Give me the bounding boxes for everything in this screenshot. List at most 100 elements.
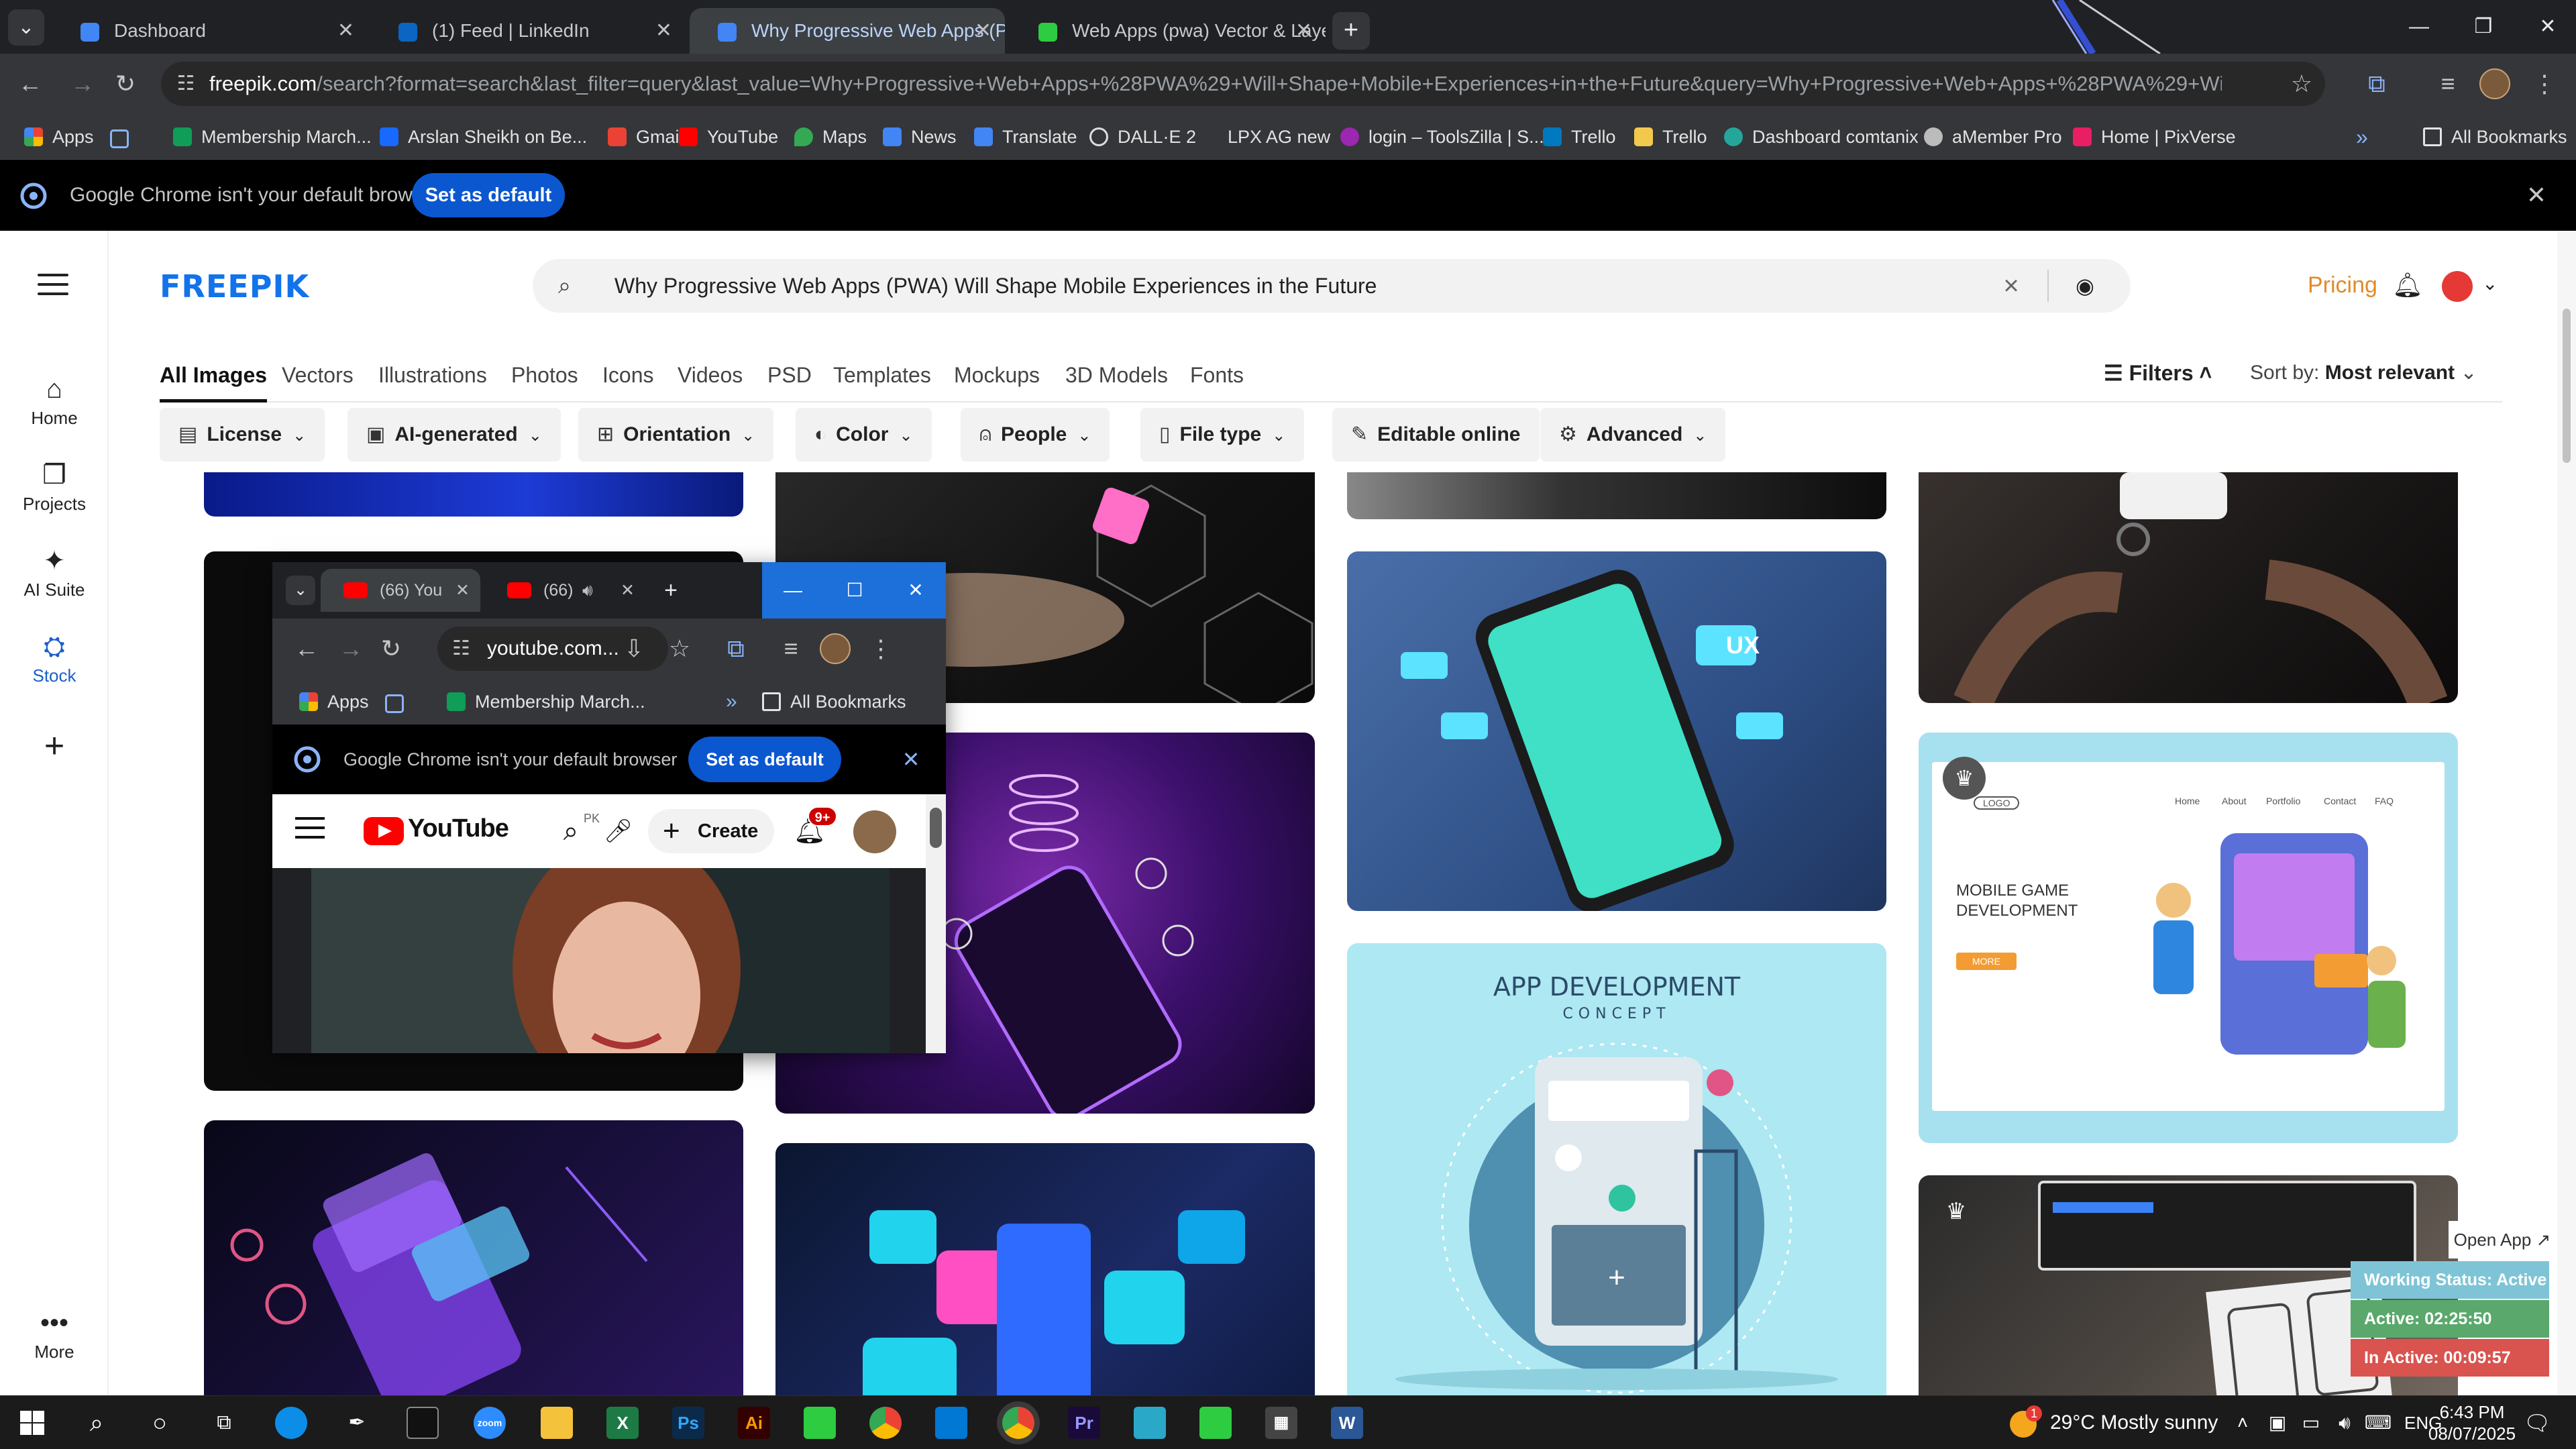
close-tab-icon[interactable]: ✕ — [975, 8, 991, 54]
profile-avatar[interactable] — [2477, 66, 2513, 102]
network-icon[interactable]: ▭ — [2294, 1396, 2328, 1449]
search-bar[interactable]: ⌕ Why Progressive Web Apps (PWA) Will Sh… — [533, 259, 2131, 313]
tab-freepik-search[interactable]: Why Progressive Web Apps (PW ✕ — [690, 8, 1005, 54]
bookmark-gmail[interactable]: Gmail — [608, 121, 684, 153]
url-text[interactable]: freepik.com/search?format=search&last_fi… — [209, 62, 2222, 106]
tab-photos[interactable]: Photos — [511, 352, 578, 402]
system-clock[interactable]: 6:43 PM 08/07/2025 — [2422, 1401, 2522, 1444]
open-app-button[interactable]: Open App ↗ — [2449, 1221, 2556, 1258]
notification-center-icon[interactable]: 🗨︎ — [2522, 1408, 2552, 1438]
chevron-up-icon[interactable]: ˄ — [2226, 1396, 2259, 1449]
scrollbar-thumb[interactable] — [2563, 309, 2571, 463]
tab-web-apps[interactable]: Web Apps (pwa) Vector & Laye ✕ — [1010, 8, 1326, 54]
terminal-icon[interactable] — [407, 1407, 439, 1439]
result-thumb-ux-phone[interactable]: UX — [1347, 551, 1886, 911]
bookmark-translate[interactable]: Translate — [974, 121, 1077, 153]
add-button[interactable]: + — [0, 727, 109, 765]
nav-projects[interactable]: ❐ Projects — [0, 456, 109, 515]
bookmark-membership[interactable]: Membership March... — [173, 121, 372, 153]
set-as-default-button[interactable]: Set as default — [412, 173, 565, 217]
chrome-menu-kebab-icon[interactable]: ⋮ — [863, 631, 899, 667]
green-app-icon[interactable] — [804, 1407, 836, 1439]
clear-search-icon[interactable]: × — [1995, 270, 2027, 302]
bookmark-news[interactable]: News — [883, 121, 957, 153]
bookmark-maps[interactable]: Maps — [794, 121, 867, 153]
back-arrow-icon[interactable]: ← — [288, 631, 325, 667]
mini-tab-youtube-2[interactable]: (66) 🔊︎ ✕ — [484, 569, 645, 612]
extensions-puzzle-icon[interactable]: ⧉ — [718, 631, 754, 667]
restore-window-button[interactable]: ❐ — [2451, 0, 2516, 54]
maximize-window-button[interactable]: ☐ — [824, 562, 885, 619]
filter-editable-online[interactable]: ✎ Editable online — [1332, 408, 1540, 462]
bookmark-behance[interactable]: Arslan Sheikh on Be... — [380, 121, 587, 153]
all-bookmarks-folder[interactable]: All Bookmarks — [762, 686, 906, 718]
meet-now-icon[interactable]: ▣ — [2261, 1396, 2294, 1449]
search-input[interactable]: Why Progressive Web Apps (PWA) Will Shap… — [614, 259, 1377, 313]
camera-search-icon[interactable]: ◉ — [2069, 270, 2101, 302]
windows-start-icon[interactable] — [16, 1407, 48, 1439]
create-button[interactable]: + Create — [648, 809, 774, 853]
youtube-scrollbar[interactable] — [926, 794, 946, 1053]
weather-widget[interactable]: 29°C Mostly sunny — [2011, 1396, 2218, 1449]
filter-orientation[interactable]: ⊞ Orientation ⌄ — [578, 408, 774, 462]
address-bar[interactable]: ☷ freepik.com/search?format=search&last_… — [161, 62, 2325, 106]
filter-people[interactable]: ⍝ People ⌄ — [961, 408, 1110, 462]
tab-templates[interactable]: Templates — [833, 352, 931, 402]
vscode-icon[interactable] — [935, 1407, 967, 1439]
result-thumb-hands-phone[interactable] — [1919, 472, 2458, 703]
bookmark-tab-groups[interactable] — [110, 121, 129, 153]
nav-more[interactable]: ••• More — [0, 1304, 109, 1362]
close-icon[interactable]: ✕ — [895, 743, 927, 775]
bookmark-membership[interactable]: Membership March... — [447, 686, 645, 718]
all-bookmarks-folder[interactable]: All Bookmarks — [2423, 121, 2567, 153]
task-view-icon[interactable]: ⧉ — [208, 1407, 240, 1439]
close-tab-icon[interactable]: ✕ — [1295, 8, 1312, 54]
sort-by-dropdown[interactable]: Sort by: Most relevant ⌄ — [2250, 353, 2477, 393]
bookmark-lpx[interactable]: LPX AG new — [1199, 121, 1330, 153]
filters-button[interactable]: ☰ Filters ˄ — [2104, 353, 2212, 393]
filter-ai-generated[interactable]: ▣ AI-generated ⌄ — [347, 408, 561, 462]
result-thumb-app-development[interactable]: APP DEVELOPMENT CONCEPT + — [1347, 943, 1886, 1395]
premiere-pro-icon[interactable]: Pr — [1068, 1407, 1100, 1439]
avatar[interactable] — [2442, 271, 2473, 302]
youtube-video-thumbnail[interactable] — [311, 868, 890, 1053]
nav-stock[interactable]: ⛭ Stock — [0, 628, 109, 686]
bookmark-amember[interactable]: aMember Pro — [1924, 121, 2062, 153]
tab-all-images[interactable]: All Images — [160, 352, 268, 402]
chrome-menu-kebab-icon[interactable]: ⋮ — [2526, 66, 2563, 102]
freepik-logo[interactable]: FREEPIK — [160, 268, 309, 305]
close-tab-icon[interactable]: ✕ — [337, 8, 354, 54]
green-app-icon[interactable] — [1199, 1407, 1232, 1439]
excel-icon[interactable]: X — [606, 1407, 639, 1439]
bookmark-trello-2[interactable]: Trello — [1634, 121, 1707, 153]
tab-psd[interactable]: PSD — [767, 352, 812, 402]
filter-advanced[interactable]: ⚙ Advanced ⌄ — [1540, 408, 1726, 462]
back-arrow-icon[interactable]: ← — [12, 66, 48, 102]
close-tab-icon[interactable]: ✕ — [455, 569, 470, 612]
page-scrollbar[interactable] — [2557, 231, 2576, 1395]
tab-search-chevron-icon[interactable]: ⌄ — [286, 576, 315, 605]
bookmark-star-icon[interactable]: ☆ — [2284, 66, 2320, 102]
bookmark-trello-1[interactable]: Trello — [1543, 121, 1616, 153]
new-tab-button[interactable]: + — [656, 576, 686, 605]
edge-icon[interactable] — [275, 1407, 307, 1439]
close-window-button[interactable]: ✕ — [2516, 0, 2576, 54]
chrome-active-icon[interactable] — [1002, 1407, 1034, 1439]
new-tab-button[interactable]: + — [1332, 12, 1370, 50]
site-info-icon[interactable]: ☷ — [452, 627, 470, 671]
site-info-icon[interactable]: ☷ — [172, 70, 200, 98]
profile-avatar[interactable] — [817, 631, 853, 667]
tab-fonts[interactable]: Fonts — [1190, 352, 1244, 402]
reload-icon[interactable]: ↻ — [107, 66, 144, 102]
tab-dashboard[interactable]: Dashboard ✕ — [52, 8, 368, 54]
result-thumb-web-dev-icons[interactable] — [775, 1143, 1315, 1395]
chevron-down-icon[interactable]: ⌄ — [2482, 272, 2498, 294]
tab-mockups[interactable]: Mockups — [954, 352, 1040, 402]
bookmark-toolszilla[interactable]: login – ToolsZilla | S... — [1340, 121, 1544, 153]
tab-icons[interactable]: Icons — [602, 352, 653, 402]
filter-license[interactable]: ▤ License ⌄ — [160, 408, 325, 462]
filter-file-type[interactable]: ▯ File type ⌄ — [1140, 408, 1305, 462]
media-controls-icon[interactable]: ≡ — [773, 631, 809, 667]
close-icon[interactable]: ✕ — [2520, 178, 2553, 212]
tab-linkedin[interactable]: (1) Feed | LinkedIn ✕ — [370, 8, 686, 54]
